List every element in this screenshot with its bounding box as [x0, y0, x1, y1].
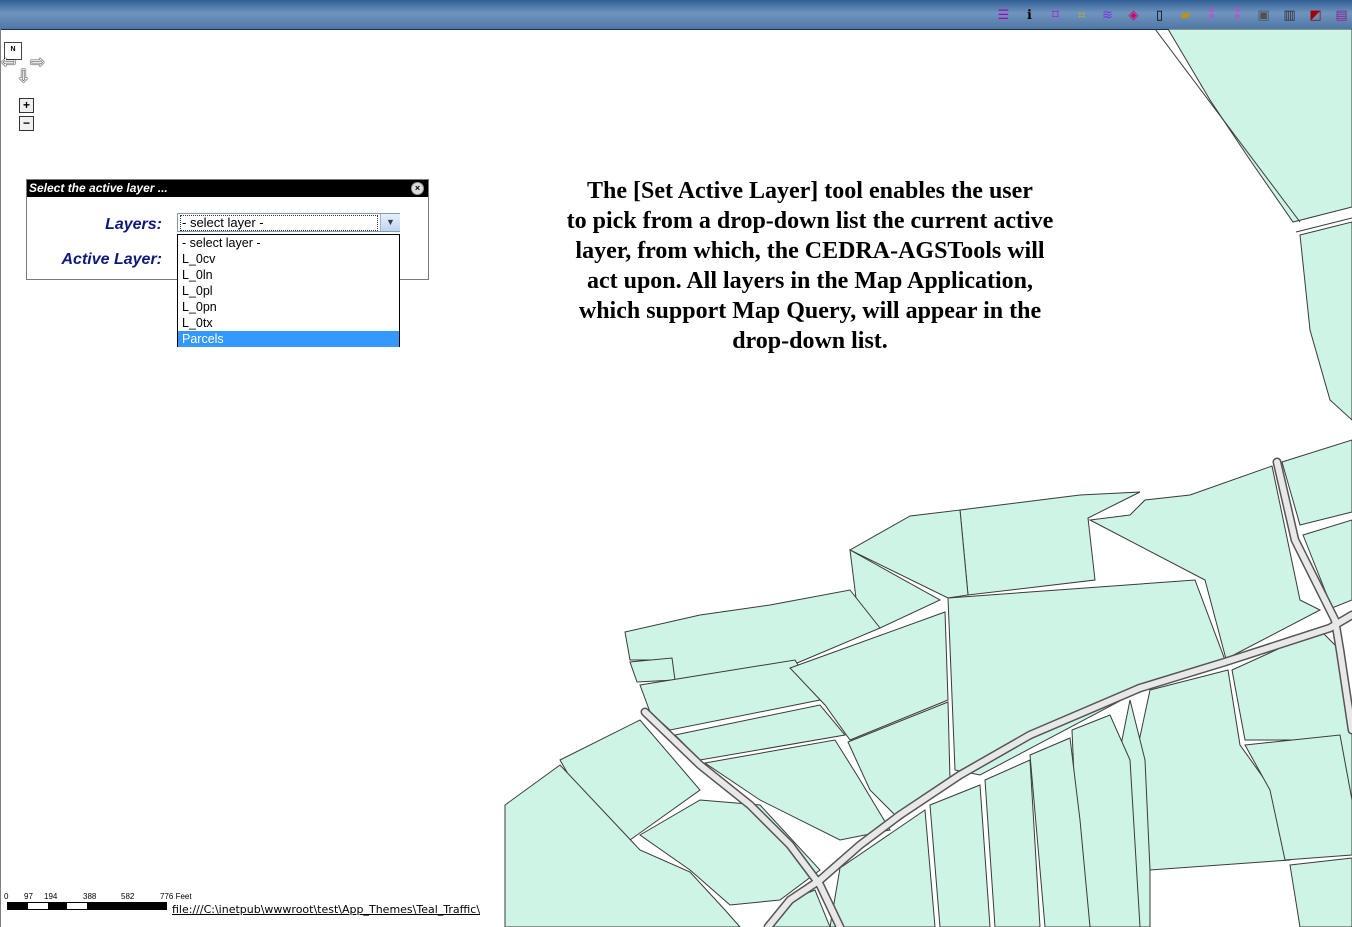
- query-icon[interactable]: ⁑: [1203, 7, 1220, 24]
- scale-label: 776 Feet: [160, 892, 192, 901]
- parcel: [1167, 29, 1352, 223]
- layers-dropdown-list: - select layer - L_0cv L_0ln L_0pl L_0pn L_0t…: [177, 234, 400, 347]
- layers-label: Layers:: [105, 216, 162, 233]
- open-folder-icon[interactable]: ▰: [1177, 7, 1194, 24]
- description-line: layer, from which, the CEDRA-AGSTools wi…: [575, 238, 1045, 264]
- report-icon[interactable]: ▤: [1333, 7, 1350, 24]
- dialog-title: Select the active layer ...: [29, 181, 168, 195]
- description-line: act upon. All layers in the Map Applicat…: [586, 268, 1034, 294]
- layer-option[interactable]: L_0cv: [178, 251, 399, 267]
- parcel: [1299, 221, 1352, 421]
- layers-select[interactable]: [177, 213, 400, 232]
- zoom-out-button[interactable]: −: [19, 116, 34, 131]
- table-icon[interactable]: ▥: [1281, 7, 1298, 24]
- layers-stack-icon[interactable]: ≋: [1099, 7, 1116, 24]
- layer-option[interactable]: - select layer -: [178, 235, 399, 251]
- scale-bar-graphic: [7, 902, 167, 910]
- identify-icon[interactable]: ℹ: [1021, 7, 1038, 24]
- layer-option[interactable]: L_0pl: [178, 283, 399, 299]
- description-line: which support Map Query, will appear in …: [578, 298, 1042, 324]
- pan-east-icon[interactable]: ⇨: [30, 54, 45, 72]
- layer-option[interactable]: Parcels: [178, 331, 399, 347]
- map-canvas[interactable]: [0, 29, 1352, 927]
- zoom-in-button[interactable]: +: [19, 98, 34, 113]
- scale-label: 194: [44, 892, 58, 901]
- theme-path-link[interactable]: file:///C:\inetpub\wwwroot\test\App_Them…: [172, 903, 480, 916]
- scale-label: 582: [121, 892, 135, 901]
- close-icon[interactable]: ×: [411, 182, 424, 195]
- pan-control: N ⇦ ⇨ ⇩: [1, 42, 50, 88]
- chart-icon[interactable]: ◩: [1307, 7, 1324, 24]
- pan-west-icon[interactable]: ⇦: [1, 54, 16, 72]
- layer-option[interactable]: L_0pn: [178, 299, 399, 315]
- select-box-icon[interactable]: ⌗: [1073, 7, 1090, 24]
- layer-option[interactable]: L_0ln: [178, 267, 399, 283]
- toolbar: ☰ ℹ ⌑ ⌗ ≋ ◈ ▯ ▰ ⁑ ⁑ ▣ ▥ ◩ ▤: [995, 6, 1350, 24]
- chevron-down-icon[interactable]: ▼: [380, 214, 400, 231]
- parcel: [929, 784, 991, 927]
- top-toolbar-bar: ☰ ℹ ⌑ ⌗ ≋ ◈ ▯ ▰ ⁑ ⁑ ▣ ▥ ◩ ▤: [0, 0, 1352, 30]
- active-layer-label: Active Layer:: [61, 251, 163, 268]
- parcel: [984, 759, 1041, 927]
- description-line: The [Set Active Layer] tool enables the …: [587, 178, 1033, 204]
- parcel: [959, 491, 1141, 596]
- page-icon[interactable]: ▯: [1151, 7, 1168, 24]
- box-icon[interactable]: ▣: [1255, 7, 1272, 24]
- layer-list-icon[interactable]: ☰: [995, 7, 1012, 24]
- parcel: [629, 657, 676, 683]
- description-line: drop-down list.: [732, 328, 888, 354]
- tool-description: The [Set Active Layer] tool enables the …: [520, 176, 1100, 356]
- select-point-icon[interactable]: ⌑: [1047, 7, 1064, 24]
- eraser-icon[interactable]: ◈: [1125, 7, 1142, 24]
- parcel: [1289, 857, 1352, 927]
- description-line: to pick from a drop-down list the curren…: [566, 208, 1054, 234]
- layer-option[interactable]: L_0tx: [178, 315, 399, 331]
- scale-label: 97: [24, 892, 33, 901]
- query-clear-icon[interactable]: ⁑: [1229, 7, 1246, 24]
- scale-bar: 0 97 194 388 582 776 Feet: [4, 892, 194, 912]
- dialog-title-bar[interactable]: Select the active layer ... ×: [27, 180, 428, 197]
- scale-label: 0: [4, 892, 9, 901]
- pan-south-icon[interactable]: ⇩: [16, 68, 31, 86]
- scale-label: 388: [83, 892, 97, 901]
